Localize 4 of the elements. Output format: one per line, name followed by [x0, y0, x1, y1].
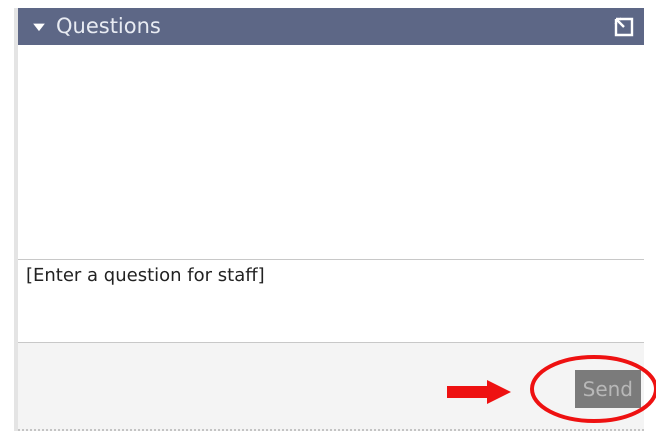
pop-out-icon[interactable] — [614, 16, 634, 36]
panel-title: Questions — [56, 12, 161, 40]
collapse-icon[interactable] — [32, 22, 46, 32]
question-field[interactable]: [Enter a question for staff] — [18, 259, 644, 343]
